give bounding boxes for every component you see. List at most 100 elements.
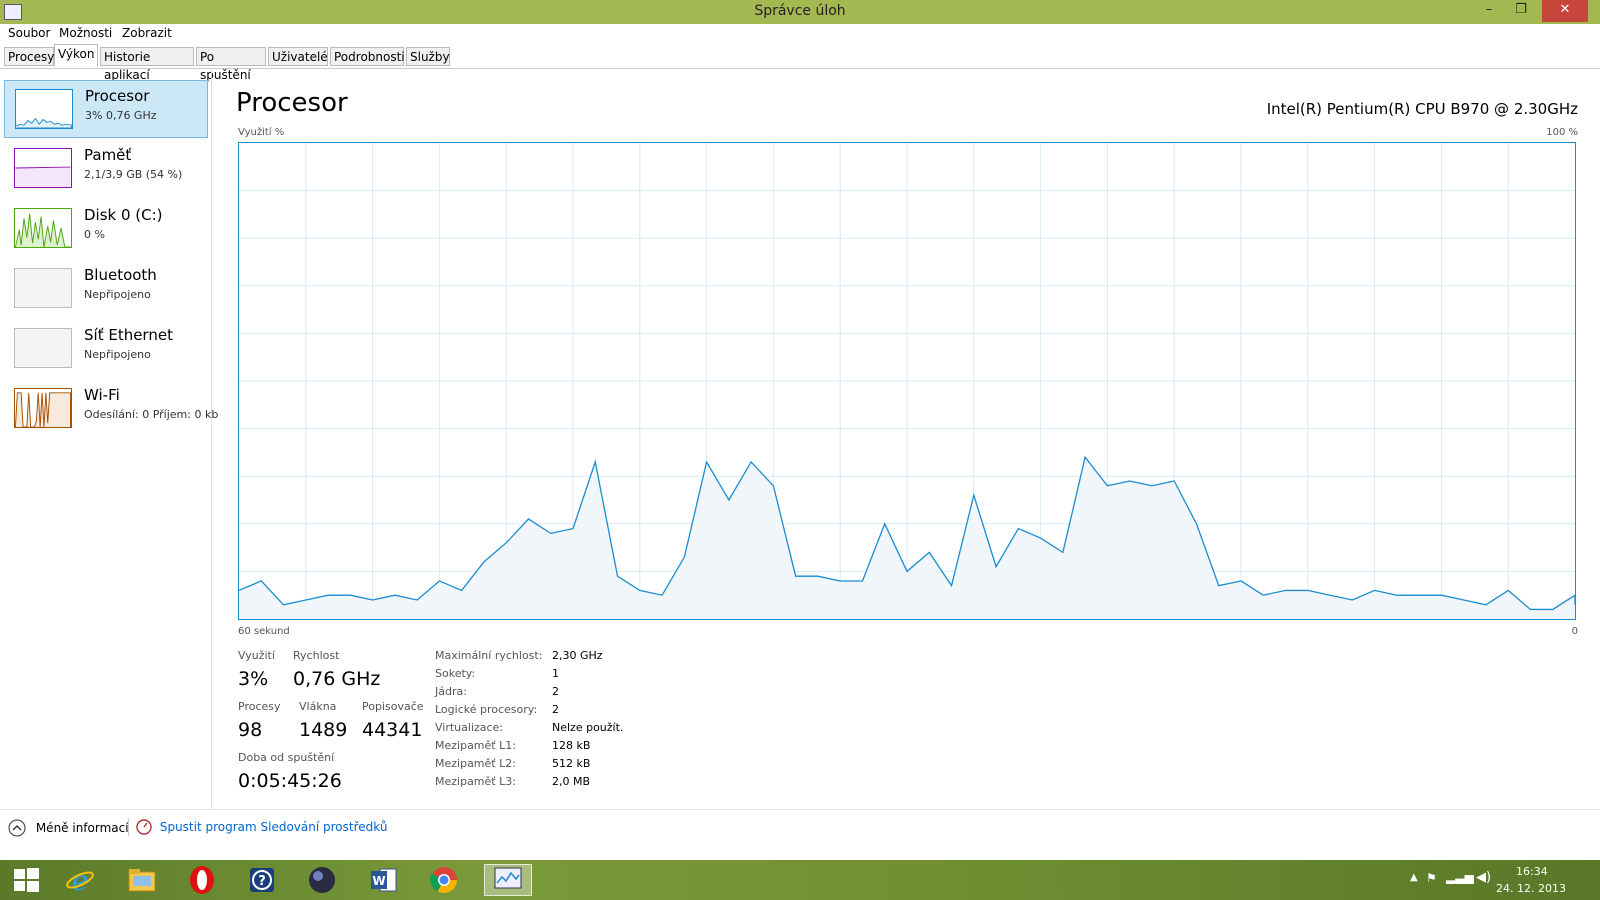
spec-label: Virtualizace: (435, 721, 504, 734)
sidebar-item-value: 3% 0,76 GHz (85, 109, 157, 122)
sidebar-item-wifi[interactable]: Wi-Fi Odesílání: 0 Příjem: 0 kb (4, 380, 218, 438)
bluetooth-graph-icon (14, 268, 72, 308)
word-icon[interactable]: W (364, 864, 404, 896)
network-icon[interactable]: ▂▃▅ (1446, 870, 1474, 884)
utilization-label: Využití (238, 649, 275, 662)
speed-value: 0,76 GHz (293, 668, 381, 690)
chevron-up-icon (8, 819, 26, 837)
uptime-value: 0:05:45:26 (238, 770, 342, 792)
spec-label: Logické procesory: (435, 703, 538, 716)
cpu-model: Intel(R) Pentium(R) CPU B970 @ 2.30GHz (1266, 100, 1578, 118)
processes-label: Procesy (238, 700, 281, 713)
x-axis-left-label: 60 sekund (238, 626, 290, 637)
tab-startup[interactable]: Po spuštění (196, 47, 266, 82)
cpu-graph-icon (15, 89, 73, 129)
spec-value: Nelze použít. (552, 721, 624, 734)
volume-icon[interactable]: ◀) (1476, 870, 1491, 885)
sidebar-item-disk[interactable]: Disk 0 (C:) 0 % (4, 200, 208, 258)
sidebar-item-memory[interactable]: Paměť 2,1/3,9 GB (54 %) (4, 140, 208, 198)
speed-label: Rychlost (293, 649, 340, 662)
spec-value: 2 (552, 685, 559, 698)
sidebar-item-label: Bluetooth (84, 266, 157, 284)
tab-services[interactable]: Služby (406, 47, 450, 66)
menu-file[interactable]: Soubor (8, 26, 50, 40)
restore-button[interactable]: ❐ (1506, 0, 1536, 22)
spec-label: Mezipaměť L1: (435, 739, 516, 752)
sidebar-item-label: Wi-Fi (84, 386, 120, 404)
sidebar-item-label: Síť Ethernet (84, 326, 173, 344)
menu-view[interactable]: Zobrazit (122, 26, 172, 40)
handles-value: 44341 (362, 719, 423, 741)
x-axis-right-label: 0 (1571, 626, 1578, 637)
sidebar-item-value: Nepřipojeno (84, 348, 151, 361)
minimize-button[interactable]: – (1474, 0, 1504, 22)
media-player-icon[interactable] (302, 864, 342, 896)
spec-label: Mezipaměť L3: (435, 775, 516, 788)
taskbar: e ? W ▲ ⚑ ▂▃▅ ◀) 16:34 24. 12. 2013 (0, 860, 1600, 900)
tab-users[interactable]: Uživatelé (268, 47, 328, 66)
close-button[interactable]: ✕ (1542, 0, 1588, 22)
internet-explorer-icon[interactable]: e (60, 864, 100, 897)
menu-bar: Soubor Možnosti Zobrazit (0, 24, 1600, 44)
ethernet-graph-icon (14, 328, 72, 368)
help-icon[interactable]: ? (242, 864, 282, 896)
footer-divider (128, 818, 129, 836)
tab-bar: Procesy Výkon Historie aplikací Po spušt… (0, 44, 1600, 82)
utilization-value: 3% (238, 668, 269, 690)
spec-value: 1 (552, 667, 559, 680)
title-bar: Správce úloh – ❐ ✕ (0, 0, 1600, 24)
svg-text:W: W (372, 874, 385, 888)
menu-options[interactable]: Možnosti (59, 26, 112, 40)
show-hidden-icons-icon[interactable]: ▲ (1410, 872, 1418, 883)
file-explorer-icon[interactable] (122, 864, 162, 896)
sidebar-item-label: Paměť (84, 146, 132, 164)
less-info-button[interactable]: Méně informací (8, 819, 129, 837)
footer-bar: Méně informací Spustit program Sledování… (0, 809, 1600, 842)
resource-monitor-icon (136, 819, 152, 835)
sidebar-item-value: Nepřipojeno (84, 288, 151, 301)
spec-value: 2,0 MB (552, 775, 591, 788)
clock-date[interactable]: 24. 12. 2013 (1496, 882, 1566, 895)
spec-label: Maximální rychlost: (435, 649, 543, 662)
wifi-graph-icon (14, 388, 72, 428)
resource-monitor-label: Spustit program Sledování prostředků (159, 819, 388, 834)
tab-performance[interactable]: Výkon (54, 44, 98, 67)
sidebar-item-value: 2,1/3,9 GB (54 %) (84, 168, 183, 181)
cpu-utilization-graph (238, 142, 1576, 620)
spec-value: 128 kB (552, 739, 591, 752)
resource-sidebar: Procesor 3% 0,76 GHz Paměť 2,1/3,9 GB (5… (0, 68, 218, 809)
sidebar-item-value: Odesílání: 0 Příjem: 0 kb (84, 408, 219, 421)
handles-label: Popisovače (362, 700, 424, 713)
svg-text:e: e (72, 864, 89, 896)
opera-icon[interactable] (182, 864, 222, 896)
tab-app-history[interactable]: Historie aplikací (100, 47, 194, 82)
windows-start-icon[interactable] (6, 864, 46, 896)
window-title: Správce úloh (754, 3, 846, 19)
spec-value: 2,30 GHz (552, 649, 603, 662)
y-axis-max-label: 100 % (1546, 127, 1578, 138)
sidebar-item-label: Disk 0 (C:) (84, 206, 163, 224)
chrome-icon[interactable] (424, 864, 464, 896)
sidebar-item-cpu[interactable]: Procesor 3% 0,76 GHz (4, 80, 208, 138)
graph-grid (239, 143, 1575, 619)
system-tray: ▲ ⚑ ▂▃▅ ◀) 16:34 24. 12. 2013 (1404, 860, 1600, 900)
spec-label: Sokety: (435, 667, 476, 680)
tab-processes[interactable]: Procesy (4, 47, 54, 66)
spec-label: Mezipaměť L2: (435, 757, 516, 770)
flag-icon[interactable]: ⚑ (1426, 871, 1437, 885)
resource-monitor-link[interactable]: Spustit program Sledování prostředků (136, 819, 387, 835)
clock-time[interactable]: 16:34 (1516, 865, 1548, 878)
sidebar-item-bluetooth[interactable]: Bluetooth Nepřipojeno (4, 260, 208, 318)
spec-label: Jádra: (435, 685, 467, 698)
disk-graph-icon (14, 208, 72, 248)
y-axis-label: Využití % (238, 127, 285, 138)
threads-value: 1489 (299, 719, 348, 741)
uptime-label: Doba od spuštění (238, 751, 335, 764)
spec-value: 2 (552, 703, 559, 716)
processes-value: 98 (238, 719, 263, 741)
tab-details[interactable]: Podrobnosti (330, 47, 405, 66)
sidebar-item-label: Procesor (85, 87, 150, 105)
less-info-label: Méně informací (35, 820, 129, 835)
sidebar-item-ethernet[interactable]: Síť Ethernet Nepřipojeno (4, 320, 208, 378)
task-manager-icon[interactable] (484, 864, 532, 896)
